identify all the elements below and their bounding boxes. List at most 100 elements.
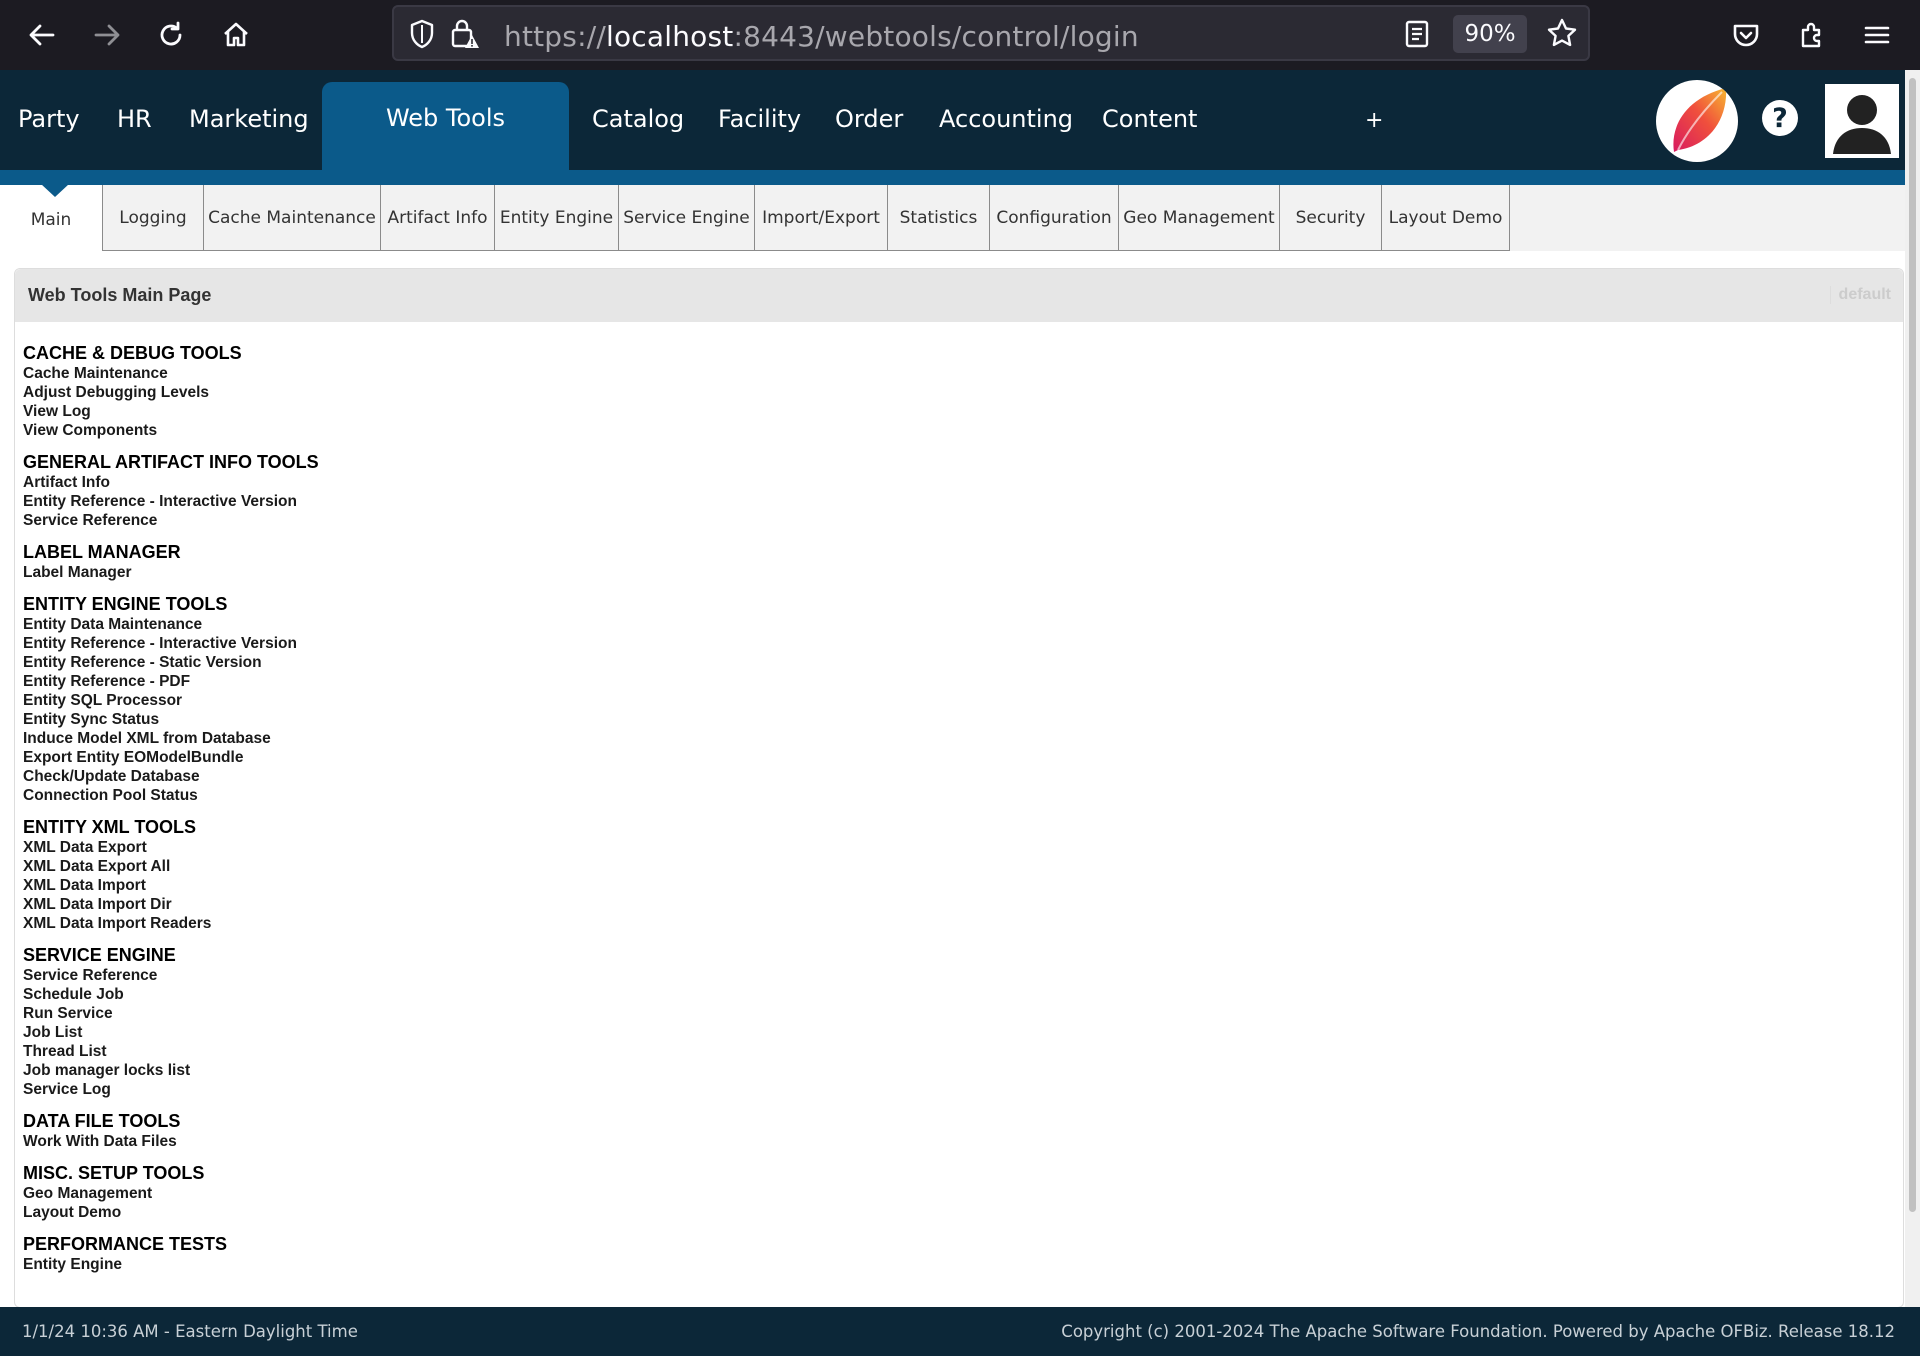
extensions-button[interactable] [1792,15,1832,55]
link-connection-pool-status[interactable]: Connection Pool Status [23,786,319,805]
link-xml-data-export[interactable]: XML Data Export [23,838,319,857]
section-misc-setup-tools: MISC. SETUP TOOLS Geo Management Layout … [23,1162,319,1222]
address-bar[interactable]: https://localhost:8443/webtools/control/… [392,5,1590,61]
main-panel: Web Tools Main Page default CACHE & DEBU… [14,268,1904,1308]
shield-icon[interactable] [408,19,436,49]
section-title: ENTITY XML TOOLS [23,817,197,837]
subtab-layout-demo[interactable]: Layout Demo [1381,185,1510,251]
app-menu-button[interactable] [1857,15,1897,55]
pocket-button[interactable] [1726,15,1766,55]
subtab-cache-maintenance[interactable]: Cache Maintenance [203,185,381,251]
app-menu-accounting[interactable]: Accounting [939,105,1073,133]
link-entity-engine-performance[interactable]: Entity Engine [23,1255,319,1274]
link-xml-data-export-all[interactable]: XML Data Export All [23,857,319,876]
puzzle-icon [1797,20,1827,50]
link-artifact-info[interactable]: Artifact Info [23,473,319,492]
link-export-entity-eomodelbundle[interactable]: Export Entity EOModelBundle [23,748,319,767]
link-xml-data-import-readers[interactable]: XML Data Import Readers [23,914,319,933]
link-entity-reference-interactive[interactable]: Entity Reference - Interactive Version [23,492,319,511]
link-entity-reference-static[interactable]: Entity Reference - Static Version [23,653,319,672]
page-scrollbar[interactable] [1905,70,1920,1307]
link-view-components[interactable]: View Components [23,421,319,440]
subtab-artifact-info[interactable]: Artifact Info [380,185,495,251]
link-work-with-data-files[interactable]: Work With Data Files [23,1132,319,1151]
browser-toolbar: https://localhost:8443/webtools/control/… [0,0,1920,70]
link-job-manager-locks-list[interactable]: Job manager locks list [23,1061,319,1080]
home-icon [221,20,251,50]
link-entity-reference-pdf[interactable]: Entity Reference - PDF [23,672,319,691]
scrollbar-thumb[interactable] [1909,78,1916,1212]
page-title: Web Tools Main Page [28,285,212,305]
footer-copyright: Copyright (c) 2001-2024 The Apache Softw… [1061,1322,1895,1341]
link-entity-sql-processor[interactable]: Entity SQL Processor [23,691,319,710]
link-view-log[interactable]: View Log [23,402,319,421]
app-menu-party[interactable]: Party [18,105,80,133]
add-shortcut-button[interactable]: + [1365,108,1383,133]
arrow-left-icon [27,20,57,50]
link-xml-data-import-dir[interactable]: XML Data Import Dir [23,895,319,914]
subtab-security[interactable]: Security [1279,185,1382,251]
link-induce-model-xml[interactable]: Induce Model XML from Database [23,729,319,748]
arrow-right-icon [92,20,122,50]
subtab-geo-management[interactable]: Geo Management [1118,185,1280,251]
section-entity-engine-tools: ENTITY ENGINE TOOLS Entity Data Maintena… [23,593,319,805]
pocket-icon [1731,20,1761,50]
app-menu-catalog[interactable]: Catalog [592,105,684,133]
header-accent-stripe [0,170,1920,185]
link-thread-list[interactable]: Thread List [23,1042,319,1061]
home-button[interactable] [216,15,256,55]
subtab-statistics[interactable]: Statistics [887,185,990,251]
section-performance-tests: PERFORMANCE TESTS Entity Engine [23,1233,319,1274]
subtab-entity-engine[interactable]: Entity Engine [494,185,619,251]
section-title: CACHE & DEBUG TOOLS [23,343,242,363]
reload-button[interactable] [151,15,191,55]
section-service-engine: SERVICE ENGINE Service Reference Schedul… [23,944,319,1099]
user-avatar[interactable] [1825,84,1899,158]
forward-button[interactable] [87,15,127,55]
section-title: MISC. SETUP TOOLS [23,1163,205,1183]
webtools-subtab-bar: Main Logging Cache Maintenance Artifact … [0,184,1905,251]
link-entity-reference-interactive[interactable]: Entity Reference - Interactive Version [23,634,319,653]
link-xml-data-import[interactable]: XML Data Import [23,876,319,895]
section-title: LABEL MANAGER [23,542,181,562]
help-button[interactable]: ? [1762,100,1798,136]
link-schedule-job[interactable]: Schedule Job [23,985,319,1004]
link-run-service[interactable]: Run Service [23,1004,319,1023]
subtab-configuration[interactable]: Configuration [989,185,1119,251]
star-icon[interactable] [1546,17,1578,49]
app-menu-hr[interactable]: HR [117,105,152,133]
hamburger-menu-icon [1862,20,1892,50]
section-cache-debug-tools: CACHE & DEBUG TOOLS Cache Maintenance Ad… [23,342,319,440]
app-menu-marketing[interactable]: Marketing [189,105,309,133]
link-service-reference[interactable]: Service Reference [23,966,319,985]
subtab-service-engine[interactable]: Service Engine [618,185,755,251]
reader-view-icon[interactable] [1404,19,1430,49]
zoom-level-button[interactable]: 90% [1453,15,1527,53]
app-menu-content[interactable]: Content [1102,105,1197,133]
link-entity-data-maintenance[interactable]: Entity Data Maintenance [23,615,319,634]
app-menu-facility[interactable]: Facility [718,105,801,133]
app-tab-web-tools-label: Web Tools [385,104,506,132]
url-text[interactable]: https://localhost:8443/webtools/control/… [504,20,1139,53]
link-layout-demo[interactable]: Layout Demo [23,1203,319,1222]
link-geo-management[interactable]: Geo Management [23,1184,319,1203]
link-job-list[interactable]: Job List [23,1023,319,1042]
app-header: Web Tools Party HR Marketing Catalog Fac… [0,70,1920,185]
link-entity-sync-status[interactable]: Entity Sync Status [23,710,319,729]
ofbiz-logo[interactable] [1656,80,1738,162]
link-cache-maintenance[interactable]: Cache Maintenance [23,364,319,383]
section-data-file-tools: DATA FILE TOOLS Work With Data Files [23,1110,319,1151]
lock-warning-icon[interactable] [450,17,480,51]
link-check-update-database[interactable]: Check/Update Database [23,767,319,786]
section-label-manager: LABEL MANAGER Label Manager [23,541,319,582]
link-service-reference[interactable]: Service Reference [23,511,319,530]
subtab-import-export[interactable]: Import/Export [754,185,888,251]
active-tab-indicator [41,184,69,197]
link-label-manager[interactable]: Label Manager [23,563,319,582]
subtab-logging[interactable]: Logging [102,185,204,251]
link-adjust-debugging-levels[interactable]: Adjust Debugging Levels [23,383,319,402]
section-entity-xml-tools: ENTITY XML TOOLS XML Data Export XML Dat… [23,816,319,933]
app-menu-order[interactable]: Order [835,105,903,133]
link-service-log[interactable]: Service Log [23,1080,319,1099]
back-button[interactable] [22,15,62,55]
